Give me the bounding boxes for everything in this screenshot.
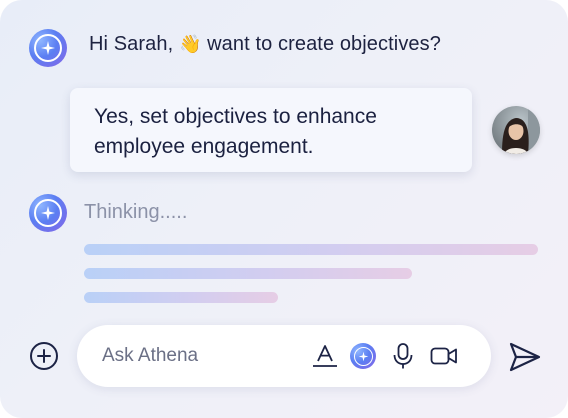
microphone-icon xyxy=(393,343,413,369)
athena-logo-icon xyxy=(29,29,67,67)
video-call-button[interactable] xyxy=(429,342,459,370)
send-button[interactable] xyxy=(508,340,542,374)
plus-icon xyxy=(37,349,51,363)
loading-skeleton-line xyxy=(84,292,278,303)
text-format-icon xyxy=(313,345,337,367)
chat-card: Hi Sarah, 👋 want to create objectives? Y… xyxy=(0,0,568,418)
loading-skeleton-line xyxy=(84,268,412,279)
greeting-text: Hi Sarah, xyxy=(89,33,174,55)
add-attachment-button[interactable] xyxy=(30,342,58,370)
bot-greeting-message: Hi Sarah, 👋 want to create objectives? xyxy=(89,33,441,56)
thinking-status: Thinking..... xyxy=(84,201,188,223)
message-composer xyxy=(77,325,491,387)
greeting-question: want to create objectives? xyxy=(207,33,441,55)
waving-hand-emoji: 👋 xyxy=(178,34,202,55)
video-camera-icon xyxy=(430,347,457,365)
voice-input-button[interactable] xyxy=(389,342,417,370)
send-icon xyxy=(509,342,541,372)
athena-assistant-button[interactable] xyxy=(349,342,377,370)
ask-athena-input[interactable] xyxy=(102,342,302,370)
athena-logo-icon xyxy=(350,343,376,369)
text-format-button[interactable] xyxy=(311,342,339,370)
user-message-bubble: Yes, set objectives to enhance employee … xyxy=(70,88,472,172)
loading-skeleton-line xyxy=(84,244,538,255)
athena-logo-icon xyxy=(29,194,67,232)
user-avatar xyxy=(492,106,540,154)
